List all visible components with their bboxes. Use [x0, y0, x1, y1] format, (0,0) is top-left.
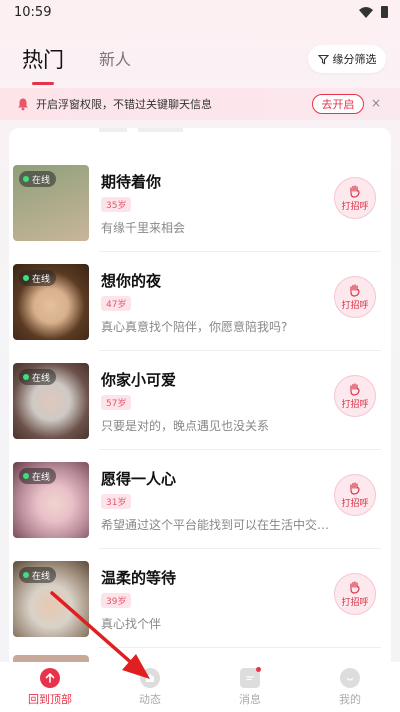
- age-badge: 35岁: [101, 197, 132, 212]
- greet-button[interactable]: 打招呼: [334, 375, 376, 417]
- nav-messages[interactable]: 消息: [200, 666, 300, 707]
- online-label: 在线: [32, 175, 51, 186]
- online-dot-icon: [23, 275, 29, 281]
- online-label: 在线: [32, 571, 51, 582]
- divider: [99, 647, 381, 648]
- user-bio: 真心真意找个陪伴，你愿意陪我吗?: [101, 320, 288, 334]
- user-list: 在线 期待着你 35岁 有缘千里来相会 打招呼 在线 想你的夜 47岁 真心真意…: [9, 128, 391, 668]
- notice-text: 开启浮窗权限，不错过关键聊天信息: [36, 98, 212, 111]
- user-bio: 有缘千里来相会: [101, 221, 186, 235]
- user-bio: 希望通过这个平台能找到可以在生活中交…: [101, 518, 330, 532]
- enable-permission-button[interactable]: 去开启: [312, 94, 364, 114]
- message-icon: [240, 666, 261, 688]
- user-row[interactable]: 在线 期待着你 35岁 有缘千里来相会 打招呼: [9, 153, 391, 252]
- wave-hand-icon: [350, 581, 360, 594]
- nav-profile[interactable]: 我的: [300, 667, 400, 707]
- wave-hand-icon: [350, 284, 360, 297]
- online-dot-icon: [23, 572, 29, 578]
- tab-new[interactable]: 新人: [99, 46, 131, 74]
- online-badge: 在线: [19, 171, 57, 187]
- greet-label: 打招呼: [341, 202, 369, 212]
- age-badge: 57岁: [101, 395, 132, 410]
- tab-hot[interactable]: 热门: [22, 44, 64, 85]
- avatar[interactable]: 在线: [13, 462, 89, 538]
- user-row[interactable]: 在线 愿得一人心 31岁 希望通过这个平台能找到可以在生活中交… 打招呼: [9, 450, 391, 549]
- online-badge: 在线: [19, 567, 57, 583]
- avatar[interactable]: 在线: [13, 165, 89, 241]
- nav-label: 回到顶部: [28, 692, 72, 706]
- previous-row-remnant: [99, 128, 379, 132]
- top-tabs: 热门 新人: [22, 44, 131, 85]
- online-label: 在线: [32, 373, 51, 384]
- avatar[interactable]: 在线: [13, 264, 89, 340]
- greet-button[interactable]: 打招呼: [334, 573, 376, 615]
- tab-hot-label: 热门: [22, 48, 64, 72]
- nav-label: 我的: [339, 692, 361, 706]
- greet-label: 打招呼: [341, 301, 369, 311]
- age-badge: 47岁: [101, 296, 132, 311]
- avatar[interactable]: 在线: [13, 363, 89, 439]
- age-badge: 39岁: [101, 593, 132, 608]
- online-dot-icon: [23, 374, 29, 380]
- user-row[interactable]: 在线 想你的夜 47岁 真心真意找个陪伴，你愿意陪我吗? 打招呼: [9, 252, 391, 351]
- user-name: 期待着你: [101, 173, 162, 191]
- online-dot-icon: [23, 473, 29, 479]
- bottom-nav: 回到顶部 动态 消息 我的: [0, 662, 400, 712]
- user-bio: 只要是对的，晚点遇见也没关系: [101, 419, 270, 433]
- arrow-up-icon: [40, 667, 60, 688]
- tab-new-label: 新人: [99, 50, 132, 69]
- nav-label: 动态: [139, 692, 161, 706]
- bell-icon: [18, 98, 28, 111]
- nav-back-to-top[interactable]: 回到顶部: [0, 667, 100, 707]
- permission-notice: 开启浮窗权限，不错过关键聊天信息 去开启 ×: [0, 88, 400, 120]
- unread-dot: [256, 666, 261, 672]
- nav-label: 消息: [239, 692, 261, 706]
- online-dot-icon: [23, 176, 29, 182]
- greet-label: 打招呼: [341, 598, 369, 608]
- wifi-icon: [359, 6, 373, 18]
- user-name: 愿得一人心: [101, 470, 177, 488]
- greet-button[interactable]: 打招呼: [334, 276, 376, 318]
- user-row[interactable]: 在线 温柔的等待 39岁 真心找个伴 打招呼: [9, 549, 391, 648]
- greet-button[interactable]: 打招呼: [334, 474, 376, 516]
- filter-button[interactable]: 缘分筛选: [308, 45, 386, 73]
- user-name: 想你的夜: [101, 272, 162, 290]
- online-label: 在线: [32, 274, 51, 285]
- greet-label: 打招呼: [341, 400, 369, 410]
- online-badge: 在线: [19, 468, 57, 484]
- moments-icon: [140, 667, 160, 688]
- avatar[interactable]: 在线: [13, 561, 89, 637]
- status-time: 10:59: [14, 4, 52, 20]
- online-badge: 在线: [19, 369, 57, 385]
- wave-hand-icon: [350, 383, 360, 396]
- nav-moments[interactable]: 动态: [100, 667, 200, 707]
- filter-icon: [317, 54, 329, 64]
- smile-icon: [340, 667, 360, 688]
- user-name: 你家小可爱: [101, 371, 177, 389]
- wave-hand-icon: [350, 185, 360, 198]
- greet-button[interactable]: 打招呼: [334, 177, 376, 219]
- user-bio: 真心找个伴: [101, 617, 162, 631]
- age-badge: 31岁: [101, 494, 132, 509]
- user-row[interactable]: 在线 你家小可爱 57岁 只要是对的，晚点遇见也没关系 打招呼: [9, 351, 391, 450]
- tab-active-indicator: [32, 82, 54, 85]
- filter-label: 缘分筛选: [332, 53, 377, 66]
- user-name: 温柔的等待: [101, 569, 177, 587]
- greet-label: 打招呼: [341, 499, 369, 509]
- close-icon[interactable]: ×: [371, 96, 381, 110]
- battery-icon: [381, 6, 388, 18]
- status-icons: [359, 6, 388, 18]
- status-bar: 10:59: [0, 0, 400, 24]
- online-badge: 在线: [19, 270, 57, 286]
- wave-hand-icon: [350, 482, 360, 495]
- online-label: 在线: [32, 472, 51, 483]
